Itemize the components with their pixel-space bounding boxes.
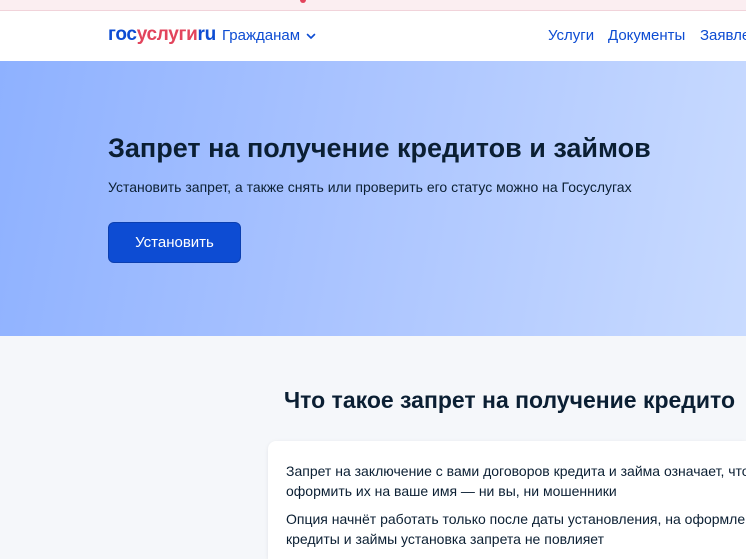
set-ban-button[interactable]: Установить bbox=[108, 222, 241, 263]
logo-part-gos: гос bbox=[108, 24, 137, 45]
logo-part-ru: ru bbox=[197, 24, 217, 45]
hero-subtitle: Установить запрет, а также снять или про… bbox=[108, 179, 632, 195]
hero-banner: Запрет на получение кредитов и займов Ус… bbox=[0, 61, 746, 336]
citizens-menu-label: Гражданам bbox=[222, 27, 301, 44]
notification-mark bbox=[300, 0, 306, 3]
page-title: Запрет на получение кредитов и займов bbox=[108, 133, 651, 163]
card-text-line: оформить их на ваше имя — ни вы, ни моше… bbox=[286, 483, 617, 499]
card-text-line: кредиты и займы установка запрета не пов… bbox=[286, 531, 605, 547]
nav-documents[interactable]: Документы bbox=[608, 27, 685, 44]
card-text-line: Опция начнёт работать только после даты … bbox=[286, 511, 746, 527]
citizens-menu[interactable]: Гражданам bbox=[222, 27, 316, 44]
info-card: Запрет на заключение с вами договоров кр… bbox=[268, 441, 746, 559]
site-header: госуслугиru Гражданам Услуги Документы З… bbox=[0, 11, 746, 61]
logo-part-uslugi: услуги bbox=[136, 24, 198, 45]
gosuslugi-logo[interactable]: госуслугиru bbox=[108, 24, 216, 46]
browser-top-strip bbox=[0, 0, 746, 11]
card-text-line: Запрет на заключение с вами договоров кр… bbox=[286, 463, 746, 479]
nav-services[interactable]: Услуги bbox=[548, 27, 594, 44]
nav-applications[interactable]: Заявле bbox=[700, 27, 746, 44]
chevron-down-icon bbox=[306, 33, 316, 39]
section-title: Что такое запрет на получение кредито bbox=[284, 387, 736, 413]
